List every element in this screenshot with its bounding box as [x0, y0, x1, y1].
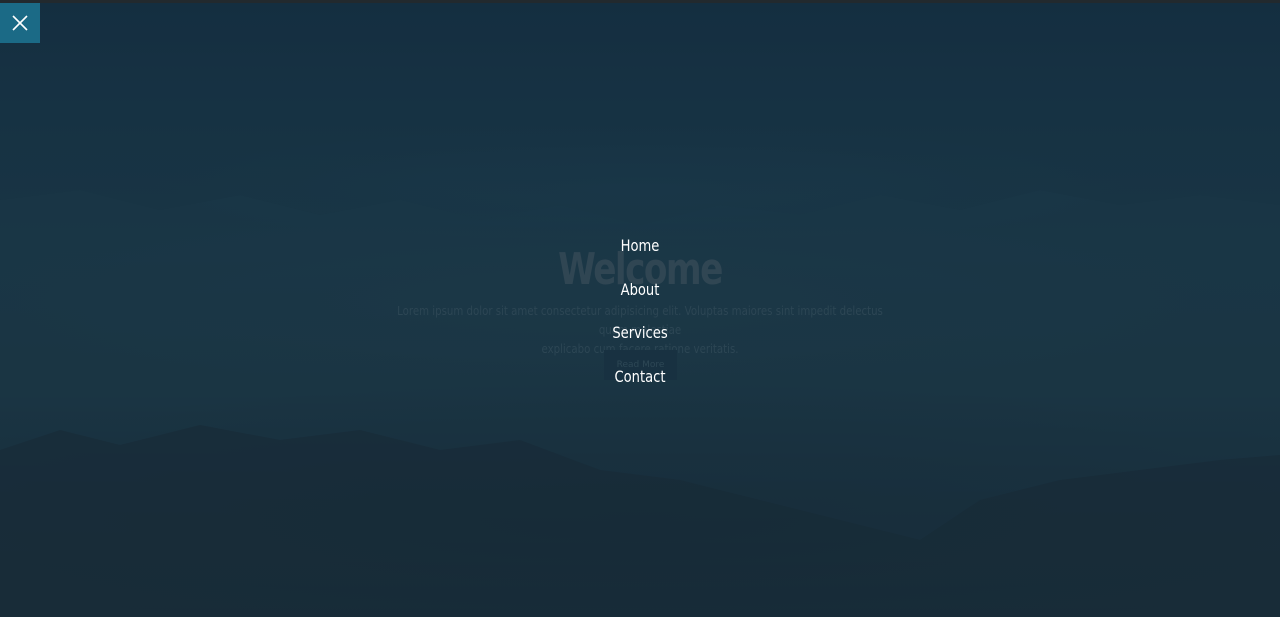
nav-item-about[interactable]: About: [115, 278, 1165, 322]
overlay-nav: Home About Services Contact: [0, 234, 1280, 408]
nav-overlay: Home About Services Contact: [0, 0, 1280, 617]
page: Welcome Lorem ipsum dolor sit amet conse…: [0, 0, 1280, 617]
close-icon: [12, 15, 28, 31]
nav-item-contact[interactable]: Contact: [115, 365, 1165, 409]
nav-item-home[interactable]: Home: [115, 234, 1165, 278]
nav-item-services[interactable]: Services: [115, 321, 1165, 365]
close-menu-button[interactable]: [0, 3, 40, 43]
